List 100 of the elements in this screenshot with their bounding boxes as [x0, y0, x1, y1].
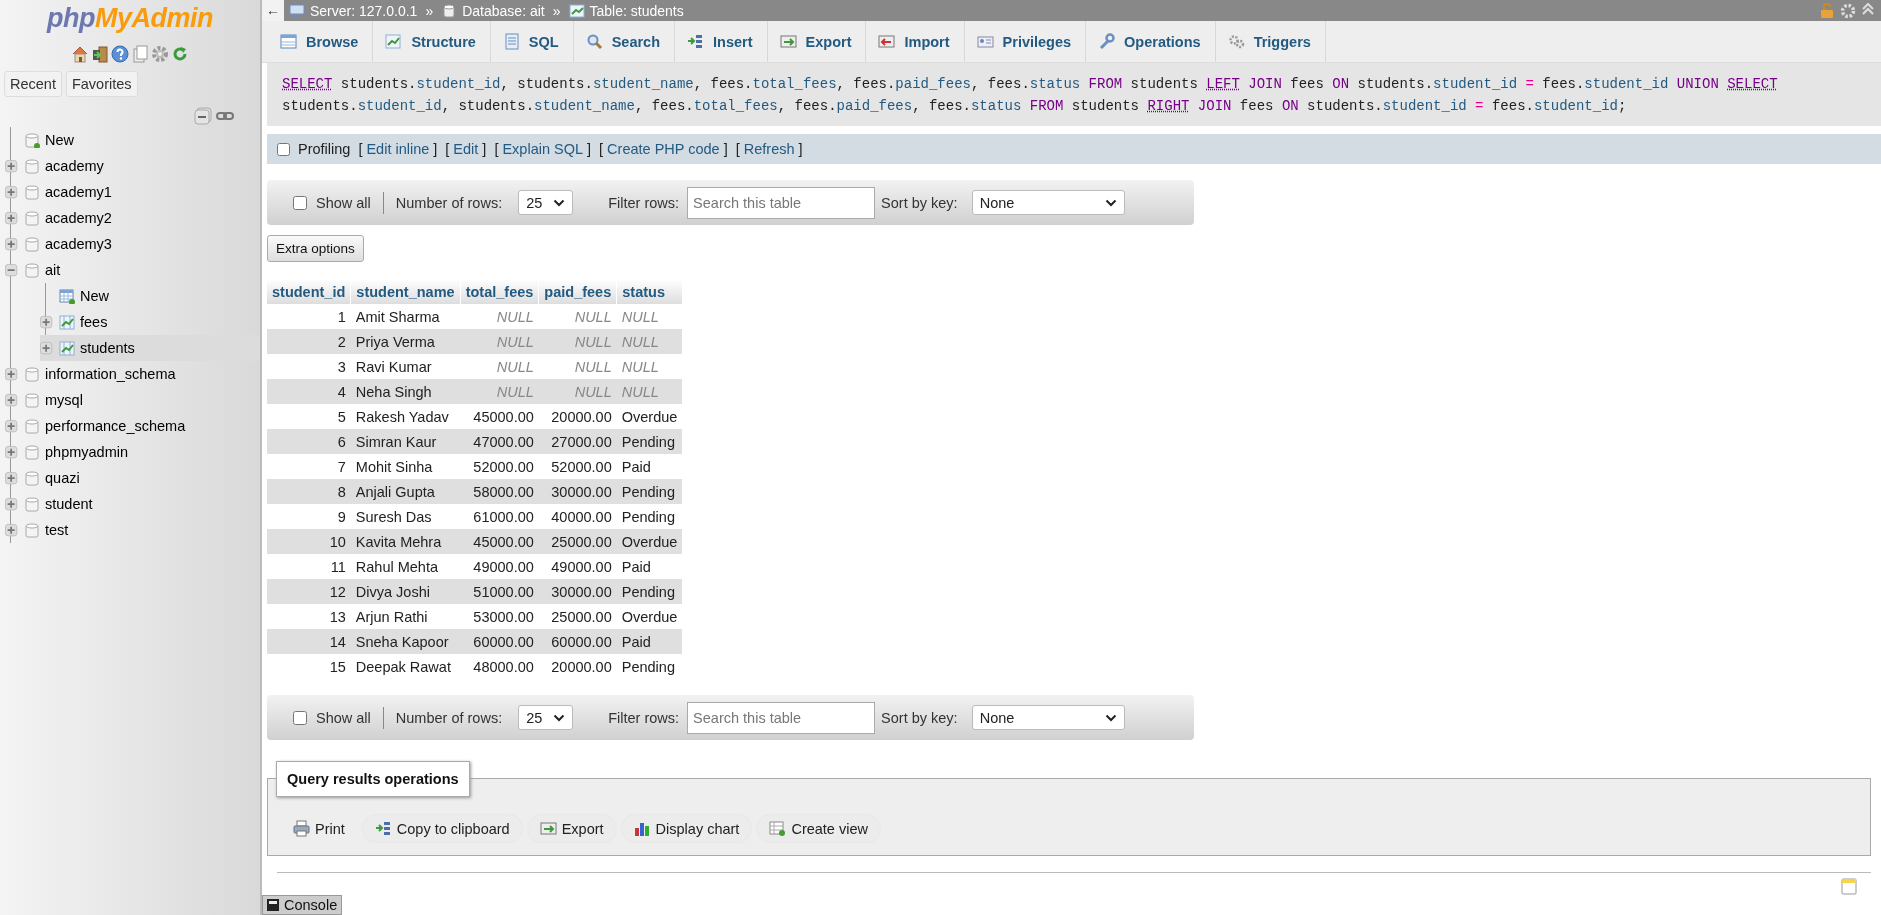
expand-icon[interactable] [5, 496, 19, 513]
operation-button[interactable]: Display chart [621, 815, 752, 842]
tab[interactable]: Export [767, 21, 867, 62]
search-field[interactable]: Search this table [687, 186, 876, 219]
checkbox[interactable] [277, 142, 290, 156]
tree-item[interactable]: academy1 [5, 178, 260, 205]
collapse-all-icon[interactable] [194, 106, 212, 125]
operation-button[interactable]: Print [288, 815, 357, 842]
tab[interactable]: Triggers [1215, 21, 1326, 62]
tree-label[interactable]: New [45, 131, 74, 148]
tree-label[interactable]: performance_schema [45, 417, 186, 434]
operation-button[interactable]: Create view [757, 815, 880, 842]
tree-item[interactable]: phpmyadmin [5, 438, 260, 465]
tree-label[interactable]: academy2 [45, 209, 112, 226]
link[interactable]: Create PHP code [607, 141, 720, 157]
link[interactable]: Edit [453, 141, 479, 157]
collapse-icon[interactable] [5, 262, 19, 279]
expand-icon[interactable] [40, 340, 54, 357]
table-cell: Ravi Kumar [350, 354, 461, 379]
column-header[interactable]: student_id [267, 279, 351, 304]
tree-item[interactable]: ait [5, 256, 260, 283]
tree-label[interactable]: information_schema [45, 365, 176, 382]
sort-select[interactable]: None [971, 705, 1125, 730]
expand-icon[interactable] [5, 366, 19, 383]
tree-label[interactable]: student [45, 495, 93, 512]
checkbox[interactable] [293, 195, 307, 210]
extra-options-button[interactable]: Extra options [267, 235, 364, 262]
expand-icon[interactable] [5, 392, 19, 409]
tree-label[interactable]: New [80, 287, 109, 304]
home-icon[interactable] [71, 44, 89, 63]
expand-icon[interactable] [5, 418, 19, 435]
tree-label[interactable]: ait [45, 261, 61, 278]
tab[interactable]: Insert [675, 21, 768, 62]
tab[interactable]: Search [573, 21, 676, 62]
console-icon [267, 899, 279, 911]
logo[interactable]: phpMyAdmin [47, 4, 213, 34]
tree-label[interactable]: academy [45, 157, 104, 174]
tree-item[interactable]: New [40, 282, 260, 309]
operation-button[interactable]: Copy to clipboard [362, 815, 522, 842]
tree-item[interactable]: quazi [5, 464, 260, 491]
column-header[interactable]: status [616, 279, 683, 304]
sort-select[interactable]: None [971, 190, 1125, 215]
tree-label[interactable]: academy1 [45, 183, 112, 200]
tree-item[interactable]: New [5, 126, 260, 153]
help-icon[interactable] [111, 44, 129, 63]
sort-label: Sort by key: [881, 194, 958, 211]
search-field[interactable]: Search this table [687, 701, 876, 734]
reload-icon[interactable] [171, 44, 189, 63]
table-cell: 9 [267, 504, 351, 529]
tree-item[interactable]: student [5, 490, 260, 517]
tree-item[interactable]: mysql [5, 386, 260, 413]
tab[interactable]: Privileges [964, 21, 1087, 62]
expand-icon[interactable] [5, 522, 19, 539]
tree-item[interactable]: academy [5, 152, 260, 179]
expand-icon[interactable] [5, 210, 19, 227]
expand-icon[interactable] [5, 236, 19, 253]
tree-item[interactable]: academy2 [5, 204, 260, 231]
column-header[interactable]: paid_fees [538, 279, 617, 304]
tab[interactable]: SQL [490, 21, 574, 62]
filter-label: Filter rows: [608, 709, 680, 726]
link[interactable]: Refresh [743, 141, 795, 157]
tree-item[interactable]: information_schema [5, 360, 260, 387]
expand-icon[interactable] [40, 314, 54, 331]
exit-icon[interactable] [91, 44, 109, 63]
tree-label[interactable]: quazi [45, 469, 80, 486]
expand-icon[interactable] [5, 444, 19, 461]
tree-item[interactable]: performance_schema [5, 412, 260, 439]
tree-label[interactable]: phpmyadmin [45, 443, 128, 460]
expand-icon[interactable] [5, 184, 19, 201]
expand-icon[interactable] [5, 470, 19, 487]
link[interactable]: Explain SQL [502, 141, 584, 157]
breadcrumb-link[interactable]: Server: 127.0.0.1 [310, 2, 418, 19]
tree-item[interactable]: test [5, 516, 260, 543]
breadcrumb-link[interactable]: Table: students [589, 2, 684, 19]
tree-item[interactable]: fees [40, 308, 260, 335]
tree-label[interactable]: students [80, 339, 135, 356]
tab[interactable]: Operations [1086, 21, 1216, 62]
link[interactable]: Edit inline [366, 141, 430, 157]
checkbox[interactable] [293, 710, 307, 725]
operation-button[interactable]: Export [527, 815, 616, 842]
sidebar-tab[interactable]: Recent [4, 70, 62, 97]
tab[interactable]: Browse [268, 21, 374, 62]
tree-label[interactable]: academy3 [45, 235, 112, 252]
tab[interactable]: Import [866, 21, 965, 62]
tree-label[interactable]: fees [80, 313, 108, 330]
column-header[interactable]: total_fees [460, 279, 539, 304]
table-cell: Priya Verma [350, 329, 461, 354]
console-tab[interactable]: Console [262, 895, 343, 915]
tree-item[interactable]: academy3 [5, 230, 260, 257]
rows-select[interactable]: 25 [518, 705, 574, 730]
rows-select[interactable]: 25 [518, 190, 574, 215]
tree-label[interactable]: test [45, 521, 69, 538]
table-cell: Rakesh Yadav [350, 404, 461, 429]
expand-icon[interactable] [5, 158, 19, 175]
column-header[interactable]: student_name [350, 279, 461, 304]
breadcrumb-link[interactable]: Database: ait [462, 2, 545, 19]
tab[interactable]: Structure [373, 21, 491, 62]
tree-label[interactable]: mysql [45, 391, 83, 408]
link-icon[interactable] [216, 109, 234, 122]
sidebar-tab[interactable]: Favorites [65, 70, 138, 97]
